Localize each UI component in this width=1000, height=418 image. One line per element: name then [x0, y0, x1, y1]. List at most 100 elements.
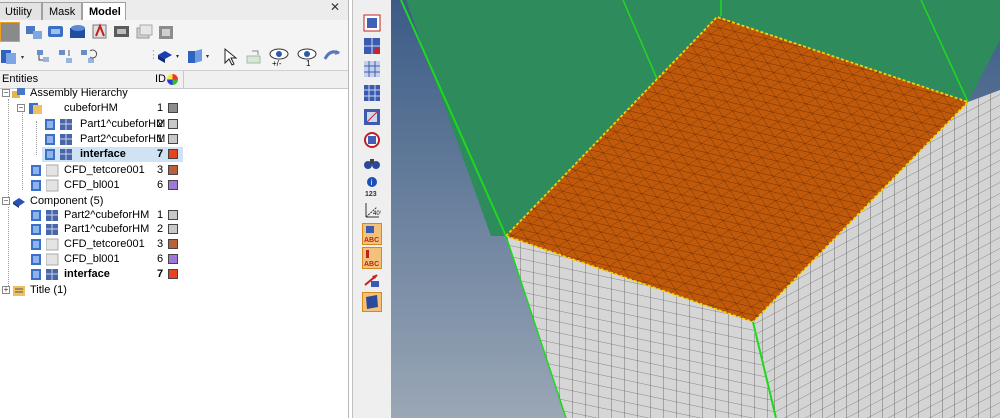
element-edit-icon[interactable] — [363, 60, 381, 78]
visibility-box-icon[interactable] — [44, 148, 58, 161]
part-icon — [46, 210, 58, 221]
tree-row-interface-selected[interactable]: interface 7 — [42, 147, 183, 162]
axis-icon[interactable]: 40° — [363, 200, 383, 220]
tree-label: CFD_bl001 — [64, 179, 120, 191]
expand-toggle[interactable]: + — [2, 286, 10, 294]
tree-row-component-group[interactable]: − Component (5) — [0, 194, 348, 209]
color-swatch[interactable] — [168, 269, 178, 279]
visibility-box-icon[interactable] — [30, 209, 44, 222]
tree-row-part[interactable]: Part2^cubeforHM 1 — [0, 132, 348, 147]
label-abc-red-icon[interactable]: ABC — [362, 247, 382, 269]
tree-row-assembly[interactable]: − cubeforHM 1 — [0, 101, 348, 116]
tree-row-component[interactable]: Part1^cubeforHM 2 — [0, 222, 348, 237]
svg-text:40°: 40° — [373, 211, 381, 217]
visibility-box-icon[interactable] — [44, 133, 58, 146]
close-icon[interactable]: ✕ — [330, 0, 340, 14]
tree-label: Part2^cubeforHM — [64, 209, 150, 221]
surface-icon[interactable] — [363, 108, 381, 126]
color-swatch[interactable] — [168, 103, 178, 113]
title-folder-icon — [13, 286, 25, 296]
label-abc-icon[interactable]: ABC — [362, 223, 382, 245]
tree-row-component[interactable]: CFD_bl001 6 — [0, 252, 348, 267]
property-icon[interactable] — [46, 22, 66, 42]
panel-view-icon[interactable] — [362, 292, 382, 312]
tree-id: 3 — [157, 164, 164, 176]
part-icon — [60, 149, 72, 160]
material-icon[interactable] — [68, 22, 88, 42]
pointer-icon[interactable] — [220, 47, 240, 67]
vector-icon[interactable] — [363, 271, 381, 289]
mesh-check-icon[interactable] — [363, 37, 381, 55]
visibility-box-icon[interactable] — [30, 179, 44, 192]
collapse-toggle[interactable]: − — [2, 89, 10, 97]
visibility-box-icon[interactable] — [30, 164, 44, 177]
tree-row-assembly-hierarchy[interactable]: − Assembly Hierarchy — [0, 86, 348, 101]
edit-icon[interactable] — [244, 47, 264, 67]
tab-model[interactable]: Model — [82, 2, 126, 21]
color-swatch[interactable] — [168, 210, 178, 220]
tree-id: 1 — [157, 102, 164, 114]
list-sort-icon[interactable] — [56, 47, 76, 67]
tree-label: Title (1) — [30, 284, 67, 296]
tree-id: 7 — [157, 148, 164, 160]
tree-id: 3 — [157, 238, 164, 250]
organize-icon[interactable] — [34, 47, 54, 67]
component-icon — [46, 253, 59, 266]
tab-utility[interactable]: Utility — [0, 2, 42, 20]
component-icon — [46, 179, 59, 192]
visibility-box-icon[interactable] — [30, 253, 44, 266]
graphics-viewport[interactable] — [391, 0, 1000, 418]
tree-row-component[interactable]: CFD_bl001 6 — [0, 178, 348, 193]
mesh-shade-icon[interactable] — [363, 14, 381, 32]
tree-id: 7 — [157, 268, 164, 280]
load-collector-icon[interactable] — [90, 22, 110, 42]
color-swatch[interactable] — [168, 165, 178, 175]
tab-mask-label: Mask — [49, 6, 76, 18]
tree-row-component[interactable]: CFD_tetcore001 3 — [0, 237, 348, 252]
color-swatch[interactable] — [168, 119, 178, 129]
visibility-box-icon[interactable] — [30, 238, 44, 251]
color-swatch[interactable] — [168, 134, 178, 144]
part-icon — [46, 269, 58, 280]
entities-column-header[interactable]: Entities — [2, 73, 38, 85]
model-browser-icon[interactable] — [112, 22, 132, 42]
id-column-header[interactable]: ID — [155, 73, 166, 85]
visibility-one-icon[interactable]: 1 — [296, 47, 320, 68]
tree-row-title[interactable]: + Title (1) — [0, 283, 348, 298]
tree-label: cubeforHM — [64, 102, 118, 114]
svg-text:i: i — [371, 178, 373, 187]
color-wheel-icon[interactable] — [167, 74, 178, 85]
color-swatch[interactable] — [168, 254, 178, 264]
collapse-toggle[interactable]: − — [17, 104, 25, 112]
info-123-icon[interactable]: i 123 — [363, 176, 381, 198]
assembly-icon[interactable] — [24, 22, 44, 42]
visibility-plus-icon[interactable]: +/- — [268, 47, 294, 68]
browser-toolbar-top — [0, 20, 348, 44]
display-mode-icon[interactable] — [156, 47, 179, 67]
svg-text:1: 1 — [306, 59, 311, 67]
visibility-box-icon[interactable] — [44, 118, 58, 131]
tree-row-component[interactable]: CFD_tetcore001 3 — [0, 163, 348, 178]
tree-row-component[interactable]: interface 7 — [0, 267, 348, 282]
color-swatch[interactable] — [168, 224, 178, 234]
binoculars-icon[interactable] — [363, 154, 381, 172]
import-icon[interactable] — [0, 47, 24, 67]
plane-grid-icon[interactable] — [363, 84, 381, 102]
collapse-toggle[interactable]: − — [2, 197, 10, 205]
collapse-icon[interactable] — [78, 47, 98, 67]
tree-row-component[interactable]: Part2^cubeforHM 1 — [0, 208, 348, 223]
tab-mask[interactable]: Mask — [42, 2, 82, 20]
color-swatch[interactable] — [168, 180, 178, 190]
part-filter-icon[interactable] — [156, 22, 176, 42]
color-swatch[interactable] — [168, 239, 178, 249]
component-view-icon[interactable] — [0, 22, 20, 42]
tree-row-part[interactable]: Part1^cubeforHM 2 — [0, 117, 348, 132]
tree-label: Part1^cubeforHM — [80, 118, 166, 130]
part-icon[interactable] — [134, 22, 154, 42]
color-by-icon[interactable] — [186, 47, 209, 67]
color-swatch[interactable] — [168, 149, 178, 159]
revert-icon[interactable] — [322, 47, 342, 67]
zone-icon[interactable] — [363, 131, 381, 149]
visibility-box-icon[interactable] — [30, 223, 44, 236]
visibility-box-icon[interactable] — [30, 268, 44, 281]
